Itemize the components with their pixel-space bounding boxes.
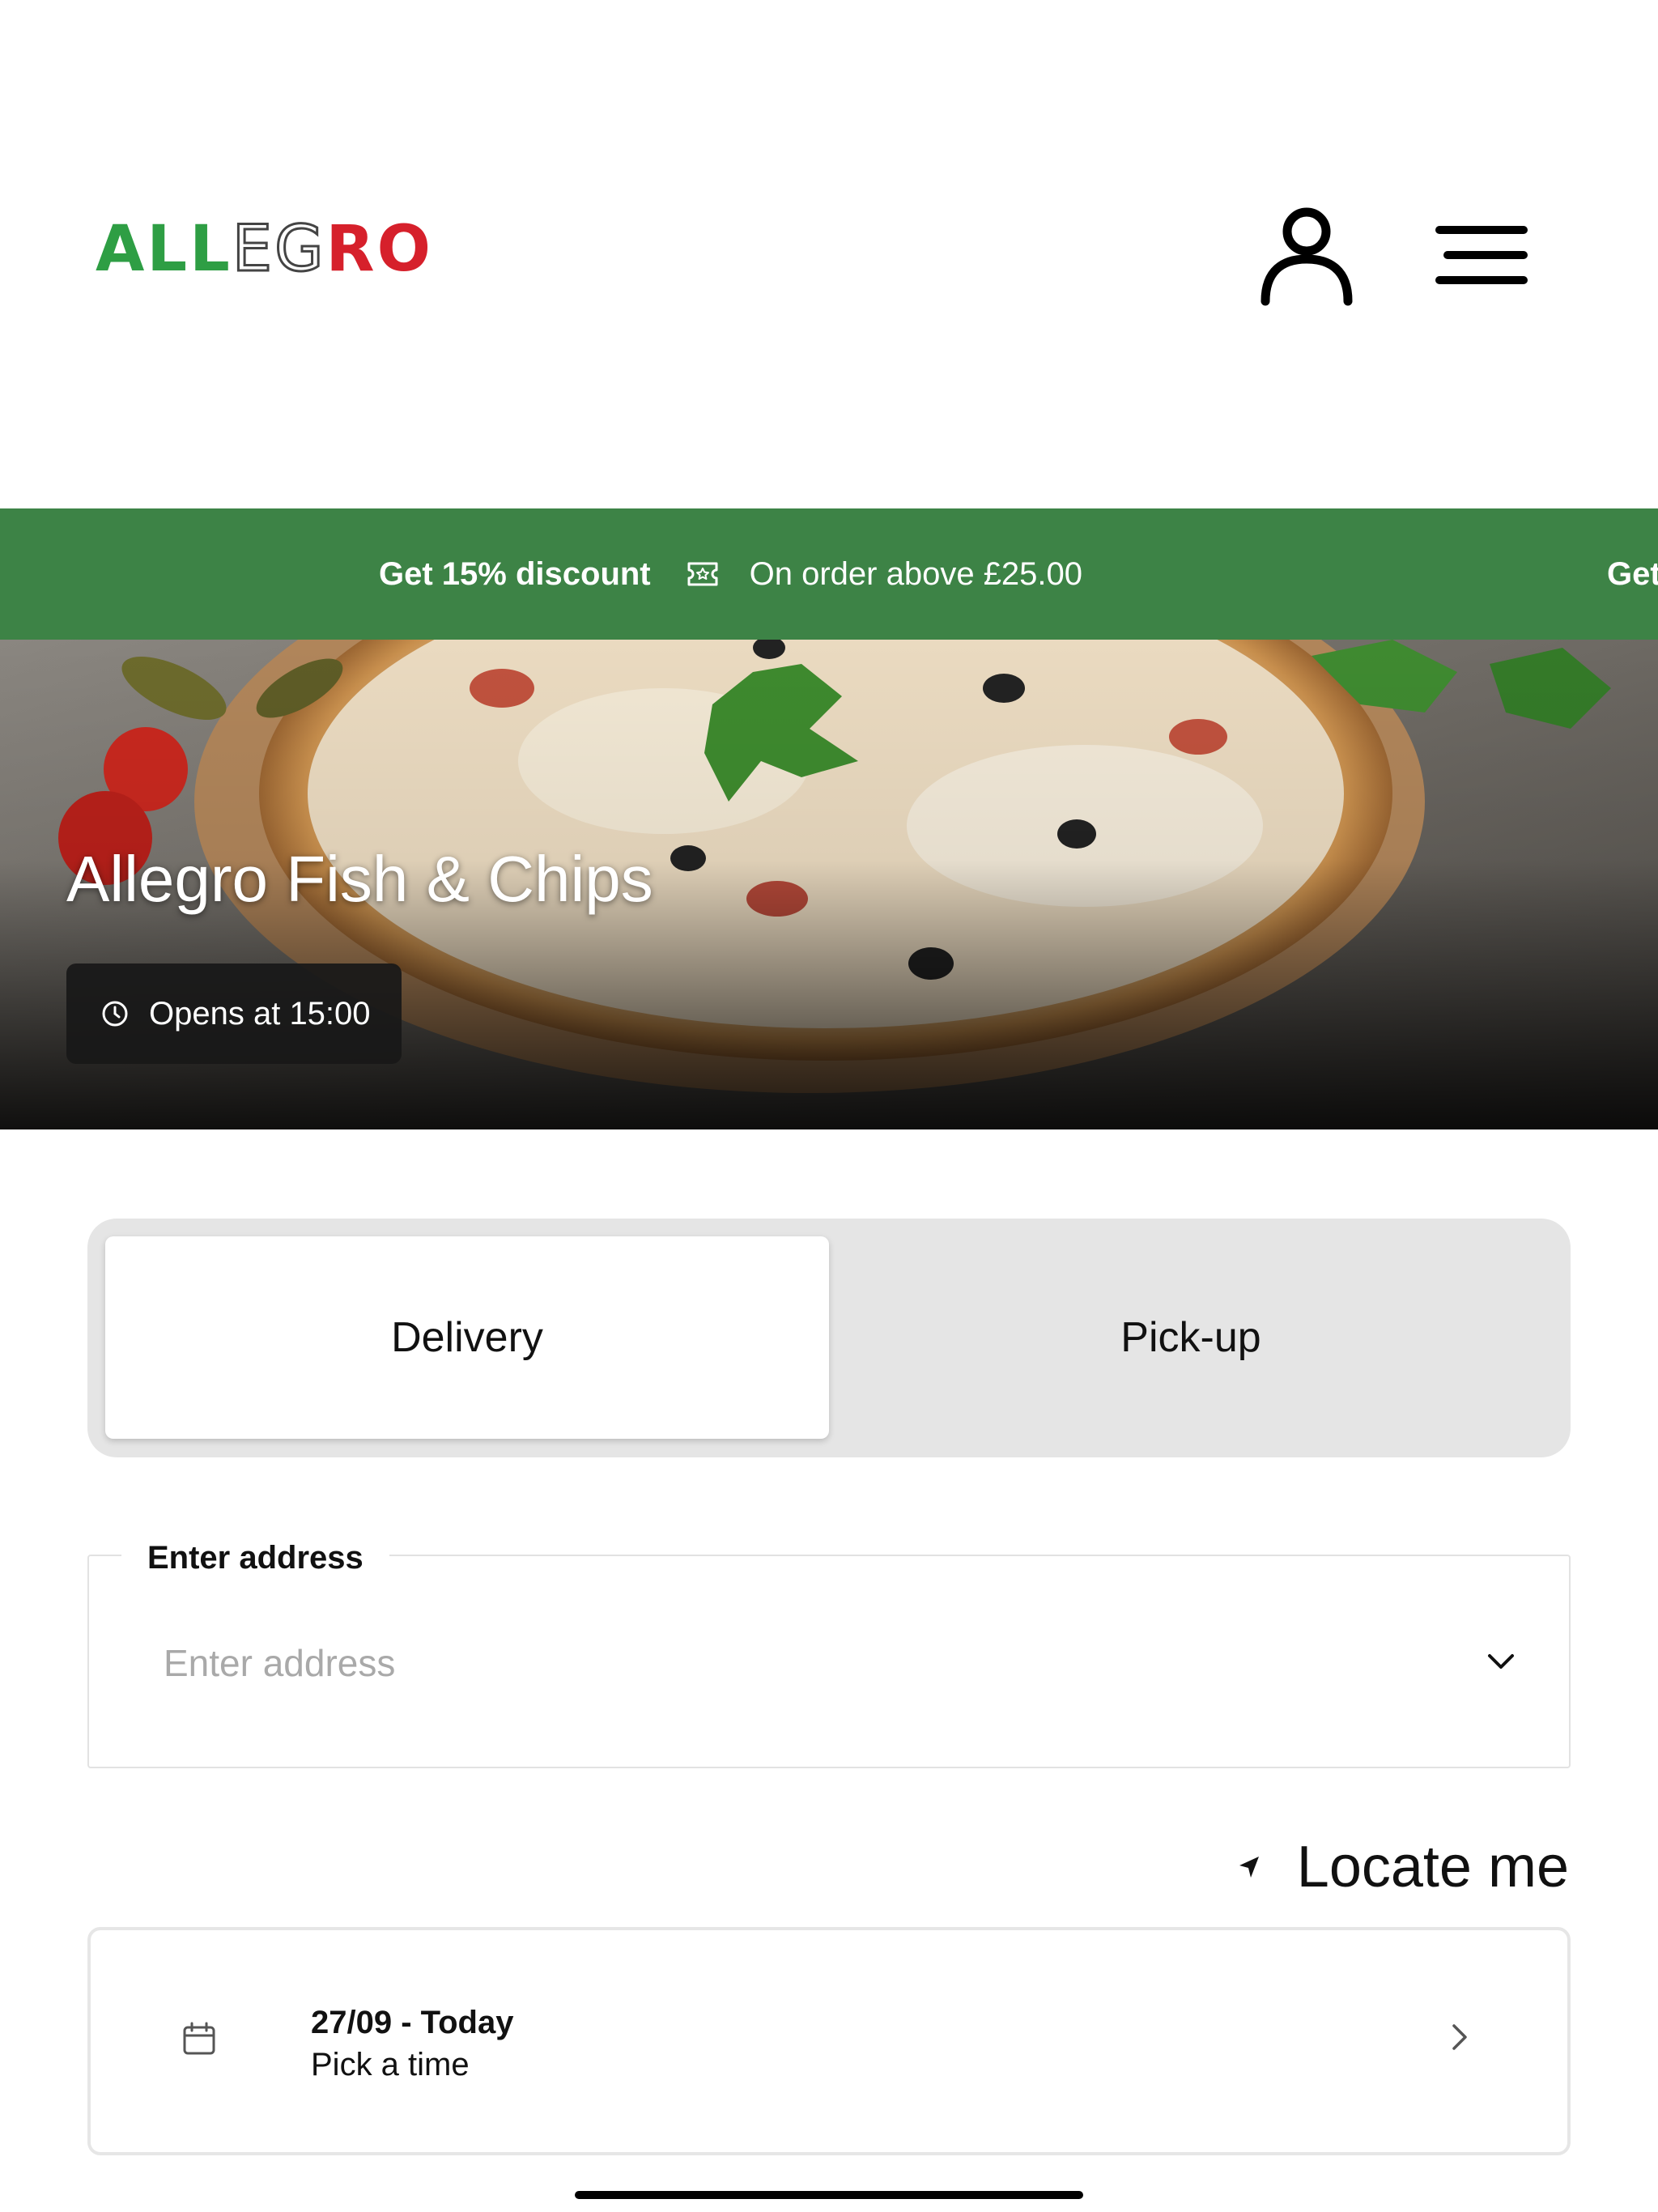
user-icon	[1261, 207, 1353, 306]
promo-banner: Get 15% discount On order above £25.00 G…	[0, 508, 1658, 640]
opening-hours-text: Opens at 15:00	[149, 995, 371, 1032]
promo-headline: Get 15% discount	[379, 555, 651, 592]
chevron-right-icon	[1443, 2019, 1475, 2059]
promo-detail: On order above £25.00	[749, 555, 1083, 592]
locate-me-label: Locate me	[1296, 1835, 1569, 1899]
delivery-option[interactable]: Delivery	[105, 1236, 829, 1439]
hamburger-menu-icon	[1435, 226, 1528, 284]
calendar-icon	[181, 2021, 217, 2061]
page: ALLEGRO Get 15% discount On order above …	[0, 0, 1658, 2212]
chevron-down-icon[interactable]	[1478, 1639, 1524, 1684]
locate-me-button[interactable]: Locate me	[1237, 1828, 1569, 1906]
order-type-toggle: Delivery Pick-up	[87, 1219, 1571, 1457]
pickup-option[interactable]: Pick-up	[829, 1236, 1553, 1439]
menu-button[interactable]	[1435, 219, 1528, 291]
home-indicator[interactable]	[575, 2191, 1083, 2199]
ticket-icon	[687, 561, 719, 587]
brand-logo[interactable]: ALLEGRO	[96, 212, 433, 287]
address-label: Enter address	[121, 1540, 389, 1576]
header: ALLEGRO	[0, 0, 1658, 508]
location-arrow-icon	[1237, 1854, 1261, 1880]
pick-time-prompt: Pick a time	[311, 2047, 470, 2082]
promo-item: Get	[1607, 508, 1658, 640]
clock-icon	[100, 999, 130, 1028]
restaurant-name: Allegro Fish & Chips	[66, 843, 653, 915]
opening-hours-badge: Opens at 15:00	[66, 963, 402, 1064]
restaurant-hero: Allegro Fish & Chips Opens at 15:00	[0, 640, 1658, 1129]
promo-item: Get 15% discount On order above £25.00	[379, 508, 1082, 640]
address-input[interactable]	[164, 1637, 1378, 1689]
pick-time-button[interactable]: 27/09 - Today Pick a time	[87, 1927, 1571, 2155]
address-field: Enter address	[87, 1540, 1571, 1768]
promo-headline: Get	[1607, 555, 1658, 592]
selected-date: 27/09 - Today	[311, 2005, 514, 2040]
account-button[interactable]	[1259, 202, 1354, 306]
